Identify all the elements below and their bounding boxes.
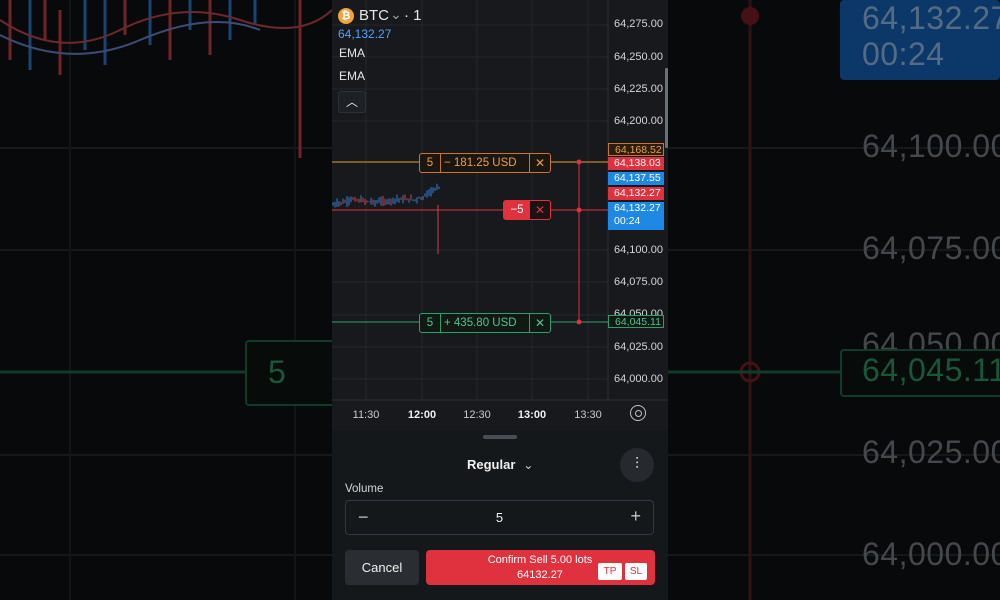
timeframe-label[interactable]: · 1 xyxy=(404,7,422,24)
volume-value[interactable]: 5 xyxy=(346,510,653,525)
sheet-grab-handle[interactable] xyxy=(483,435,517,439)
position-order-line[interactable]: −5 ✕ xyxy=(503,200,551,220)
close-icon[interactable]: ✕ xyxy=(529,314,550,332)
y-axis-label: 64,000.00 xyxy=(614,373,663,385)
bid-price-tag: 64,137.55 xyxy=(608,172,664,185)
stop-loss-qty: 5 xyxy=(420,154,441,172)
stop-loss-badge[interactable]: SL xyxy=(625,563,647,580)
candles xyxy=(332,183,440,254)
take-profit-handle[interactable] xyxy=(576,319,582,325)
y-axis-label: 64,250.00 xyxy=(614,51,663,63)
order-mode-dropdown[interactable]: Regular ⌄ xyxy=(467,457,533,472)
price-scrollbar[interactable] xyxy=(665,68,668,148)
indicator-ema-1[interactable]: EMA xyxy=(339,46,365,60)
x-axis-label: 11:30 xyxy=(352,409,380,421)
current-price-value: 64,132.27 xyxy=(614,202,661,214)
sliders-icon: ⫶ xyxy=(634,456,639,473)
take-profit-pnl: + 435.80 USD xyxy=(444,317,517,329)
confirm-sell-button[interactable]: Confirm Sell 5.00 lots 64132.27 TP SL xyxy=(426,550,655,585)
background-zoom-right: 64,132.27 00:24 64,100.00 64,075.00 64,0… xyxy=(668,0,1000,600)
stop-loss-handle[interactable] xyxy=(576,159,582,165)
background-dim-right xyxy=(668,0,1000,600)
stop-loss-price-tag: 64,168.52 xyxy=(608,143,664,156)
x-axis-label: 13:30 xyxy=(574,409,602,421)
take-profit-price-tag: 64,045.11 xyxy=(608,315,664,328)
collapse-indicators-button[interactable]: ︿ xyxy=(338,91,366,113)
close-icon[interactable]: ✕ xyxy=(529,154,550,172)
order-panel: Regular ⌄ ⫶ Volume − 5 + Cancel Confirm S… xyxy=(332,430,668,600)
increase-volume-button[interactable]: + xyxy=(630,506,641,527)
y-axis-label: 64,100.00 xyxy=(614,244,663,256)
order-settings-button[interactable]: ⫶ xyxy=(620,448,654,482)
background-dim-left xyxy=(0,0,332,600)
volume-stepper[interactable]: − 5 + xyxy=(345,500,654,535)
symbol-name[interactable]: BTC xyxy=(359,7,389,24)
take-profit-qty: 5 xyxy=(420,314,441,332)
phone-screen: ₿ BTC ⌄ · 1 64,132.27 EMA EMA ︿ 64,275.0… xyxy=(332,0,668,600)
order-mode-label: Regular xyxy=(467,457,516,472)
y-axis-label: 64,225.00 xyxy=(614,83,663,95)
bitcoin-icon: ₿ xyxy=(338,8,354,24)
chevron-down-icon[interactable]: ⌄ xyxy=(390,6,402,23)
volume-label: Volume xyxy=(345,483,384,495)
position-qty: −5 xyxy=(504,201,530,219)
stop-loss-pnl: − 181.25 USD xyxy=(444,157,517,169)
sell-line-price-tag: 64,132.27 xyxy=(608,187,664,200)
x-axis-label: 13:00 xyxy=(517,409,547,421)
background-zoom-left: 5 xyxy=(0,0,332,600)
take-profit-order-line[interactable]: 5 + 435.80 USD ✕ xyxy=(419,313,551,333)
y-axis-label: 64,075.00 xyxy=(614,276,663,288)
indicator-ema-2[interactable]: EMA xyxy=(339,69,365,83)
chevron-down-icon: ⌄ xyxy=(523,458,534,472)
position-handle[interactable] xyxy=(576,207,582,213)
ask-price-tag: 64,138.03 xyxy=(608,157,664,170)
close-icon[interactable]: ✕ xyxy=(530,201,550,219)
y-axis-label: 64,025.00 xyxy=(614,341,663,353)
take-profit-badge[interactable]: TP xyxy=(598,563,622,580)
gear-icon[interactable] xyxy=(630,405,646,421)
chevron-up-icon: ︿ xyxy=(345,95,358,109)
x-axis-label: 12:00 xyxy=(407,409,437,421)
stop-loss-order-line[interactable]: 5 − 181.25 USD ✕ xyxy=(419,153,551,173)
y-axis-label: 64,275.00 xyxy=(614,18,663,30)
current-price: 64,132.27 xyxy=(338,27,392,41)
y-axis-label: 64,200.00 xyxy=(614,115,663,127)
candle-countdown: 00:24 xyxy=(614,215,641,227)
x-axis-label: 12:30 xyxy=(463,409,491,421)
current-price-tag: 64,132.27 00:24 xyxy=(608,202,664,230)
cancel-button[interactable]: Cancel xyxy=(345,550,419,585)
price-chart[interactable]: ₿ BTC ⌄ · 1 64,132.27 EMA EMA ︿ 64,275.0… xyxy=(332,0,668,430)
